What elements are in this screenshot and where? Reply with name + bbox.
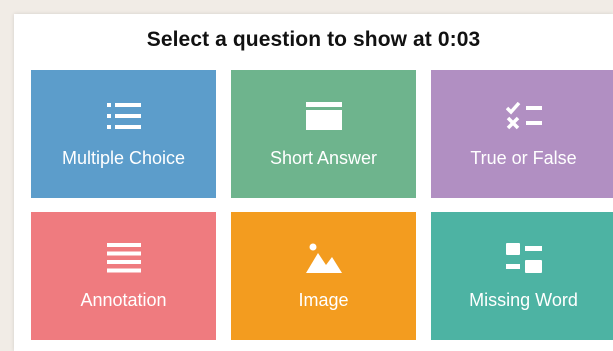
tile-label: Image <box>298 290 349 310</box>
text-box-icon <box>304 96 344 136</box>
question-picker-panel: Select a question to show at 0:03 Multip… <box>14 14 613 351</box>
tile-label: Missing Word <box>469 290 578 310</box>
tile-label: Short Answer <box>269 148 378 168</box>
picker-title: Select a question to show at 0:03 <box>146 28 481 51</box>
fill-blank-icon <box>504 238 544 278</box>
annotation-button[interactable]: Annotation <box>31 212 216 340</box>
tile-label: Multiple Choice <box>61 148 186 168</box>
tile-label: Annotation <box>80 290 167 310</box>
check-x-icon <box>504 96 544 136</box>
mountain-image-icon <box>304 238 344 278</box>
image-button[interactable]: Image <box>231 212 416 340</box>
multiple-choice-button[interactable]: Multiple Choice <box>31 70 216 198</box>
lines-icon <box>104 238 144 278</box>
true-or-false-button[interactable]: True or False <box>431 70 613 198</box>
missing-word-button[interactable]: Missing Word <box>431 212 613 340</box>
list-bullet-icon <box>104 96 144 136</box>
tile-label: True or False <box>470 148 577 168</box>
short-answer-button[interactable]: Short Answer <box>231 70 416 198</box>
